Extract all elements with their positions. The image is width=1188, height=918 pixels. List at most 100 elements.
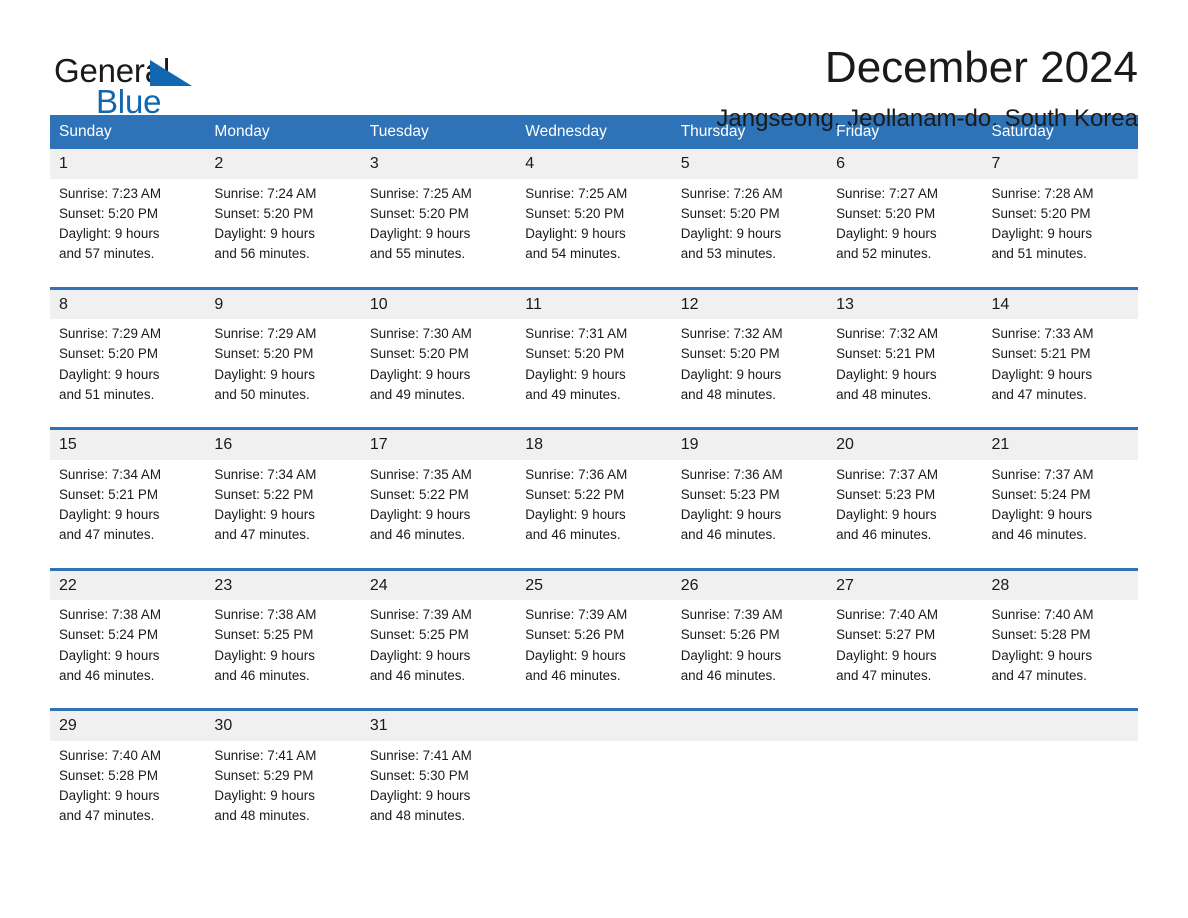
sunset-text: Sunset: 5:22 PM xyxy=(525,486,625,502)
sunrise-text: Sunrise: 7:38 AM xyxy=(59,607,161,623)
day-cell[interactable]: Sunrise: 7:40 AM Sunset: 5:28 PM Dayligh… xyxy=(982,600,1138,710)
day-number[interactable]: 14 xyxy=(982,286,1138,320)
sunrise-text: Sunrise: 7:38 AM xyxy=(214,607,317,623)
sunrise-text: Sunrise: 7:35 AM xyxy=(369,466,472,482)
daylight-text-line2: and 47 minutes. xyxy=(836,667,932,683)
day-number[interactable]: 24 xyxy=(360,567,517,601)
day-cell[interactable]: Sunrise: 7:32 AM Sunset: 5:21 PM Dayligh… xyxy=(827,319,983,429)
day-cell-empty xyxy=(827,740,983,849)
sunrise-text: Sunrise: 7:26 AM xyxy=(680,185,783,201)
sunrise-text: Sunrise: 7:40 AM xyxy=(836,607,939,623)
day-number[interactable]: 2 xyxy=(205,149,361,179)
day-number[interactable]: 13 xyxy=(827,286,983,320)
day-number[interactable]: 31 xyxy=(360,708,517,741)
day-cell[interactable]: Sunrise: 7:24 AM Sunset: 5:20 PM Dayligh… xyxy=(205,178,361,289)
day-number[interactable]: 23 xyxy=(205,567,361,601)
day-number[interactable]: 7 xyxy=(982,149,1138,179)
day-cell[interactable]: Sunrise: 7:41 AM Sunset: 5:30 PM Dayligh… xyxy=(360,740,517,849)
daylight-text-line2: and 49 minutes. xyxy=(525,386,621,402)
day-cell[interactable]: Sunrise: 7:31 AM Sunset: 5:20 PM Dayligh… xyxy=(516,319,672,429)
sunset-text: Sunset: 5:20 PM xyxy=(680,205,780,221)
day-cell[interactable]: Sunrise: 7:41 AM Sunset: 5:29 PM Dayligh… xyxy=(205,740,361,849)
day-number[interactable]: 26 xyxy=(671,567,828,601)
sunset-text: Sunset: 5:29 PM xyxy=(214,768,314,783)
sunset-text: Sunset: 5:20 PM xyxy=(369,346,469,362)
sunset-text: Sunset: 5:20 PM xyxy=(214,205,314,221)
day-number[interactable]: 29 xyxy=(50,708,206,741)
sunset-text: Sunset: 5:22 PM xyxy=(369,486,469,502)
day-cell[interactable]: Sunrise: 7:40 AM Sunset: 5:27 PM Dayligh… xyxy=(827,600,983,710)
daylight-text-line2: and 50 minutes. xyxy=(214,386,310,402)
sunrise-text: Sunrise: 7:24 AM xyxy=(214,185,317,201)
daylight-text-line2: and 46 minutes. xyxy=(369,527,466,543)
day-cell[interactable]: Sunrise: 7:38 AM Sunset: 5:25 PM Dayligh… xyxy=(205,600,361,710)
day-cell[interactable]: Sunrise: 7:25 AM Sunset: 5:20 PM Dayligh… xyxy=(360,178,517,289)
daylight-text-line1: Daylight: 9 hours xyxy=(369,366,471,382)
day-number[interactable]: 30 xyxy=(205,708,361,741)
day-cell[interactable]: Sunrise: 7:27 AM Sunset: 5:20 PM Dayligh… xyxy=(827,178,983,289)
day-cell[interactable]: Sunrise: 7:39 AM Sunset: 5:26 PM Dayligh… xyxy=(516,600,672,710)
daylight-text-line2: and 51 minutes. xyxy=(991,246,1087,262)
daylight-text-line1: Daylight: 9 hours xyxy=(991,507,1093,523)
daylight-text-line1: Daylight: 9 hours xyxy=(991,366,1093,382)
day-number[interactable]: 18 xyxy=(516,427,672,460)
day-cell[interactable]: Sunrise: 7:34 AM Sunset: 5:21 PM Dayligh… xyxy=(50,459,206,570)
day-number[interactable]: 5 xyxy=(671,149,828,179)
day-number[interactable]: 11 xyxy=(516,286,672,320)
day-cell[interactable]: Sunrise: 7:26 AM Sunset: 5:20 PM Dayligh… xyxy=(671,178,828,289)
daylight-text-line1: Daylight: 9 hours xyxy=(525,647,626,663)
day-number[interactable]: 25 xyxy=(516,567,672,601)
day-cell[interactable]: Sunrise: 7:37 AM Sunset: 5:23 PM Dayligh… xyxy=(827,459,983,570)
day-number[interactable]: 27 xyxy=(827,567,983,601)
day-number[interactable]: 16 xyxy=(205,427,361,460)
day-number[interactable]: 8 xyxy=(50,286,206,320)
day-cell[interactable]: Sunrise: 7:23 AM Sunset: 5:20 PM Dayligh… xyxy=(50,178,206,289)
day-number[interactable]: 1 xyxy=(50,149,206,179)
daylight-text-line2: and 47 minutes. xyxy=(214,527,310,543)
sunset-text: Sunset: 5:22 PM xyxy=(214,486,314,502)
day-number[interactable]: 19 xyxy=(671,427,828,460)
day-number[interactable]: 28 xyxy=(982,567,1138,601)
week-row-details: Sunrise: 7:40 AM Sunset: 5:28 PM Dayligh… xyxy=(50,740,1138,849)
day-cell[interactable]: Sunrise: 7:29 AM Sunset: 5:20 PM Dayligh… xyxy=(50,319,206,429)
day-cell[interactable]: Sunrise: 7:37 AM Sunset: 5:24 PM Dayligh… xyxy=(982,459,1138,570)
daylight-text-line1: Daylight: 9 hours xyxy=(214,788,315,804)
day-number[interactable]: 9 xyxy=(205,286,361,320)
day-cell[interactable]: Sunrise: 7:28 AM Sunset: 5:20 PM Dayligh… xyxy=(982,178,1138,289)
day-cell[interactable]: Sunrise: 7:30 AM Sunset: 5:20 PM Dayligh… xyxy=(360,319,517,429)
sunset-text: Sunset: 5:20 PM xyxy=(525,205,625,221)
day-cell[interactable]: Sunrise: 7:33 AM Sunset: 5:21 PM Dayligh… xyxy=(982,319,1138,429)
sunset-text: Sunset: 5:20 PM xyxy=(991,205,1091,221)
daylight-text-line2: and 46 minutes. xyxy=(59,667,155,683)
day-cell[interactable]: Sunrise: 7:36 AM Sunset: 5:23 PM Dayligh… xyxy=(671,459,828,570)
daylight-text-line2: and 46 minutes. xyxy=(214,667,310,683)
daylight-text-line2: and 52 minutes. xyxy=(836,246,932,262)
day-number[interactable]: 10 xyxy=(360,286,517,320)
sunset-text: Sunset: 5:28 PM xyxy=(59,768,158,783)
day-number[interactable]: 12 xyxy=(671,286,828,320)
daylight-text-line1: Daylight: 9 hours xyxy=(991,647,1093,663)
day-cell[interactable]: Sunrise: 7:34 AM Sunset: 5:22 PM Dayligh… xyxy=(205,459,361,570)
day-cell[interactable]: Sunrise: 7:39 AM Sunset: 5:26 PM Dayligh… xyxy=(671,600,828,710)
day-cell[interactable]: Sunrise: 7:40 AM Sunset: 5:28 PM Dayligh… xyxy=(50,740,206,849)
day-cell[interactable]: Sunrise: 7:25 AM Sunset: 5:20 PM Dayligh… xyxy=(516,178,672,289)
day-number[interactable]: 22 xyxy=(50,567,206,601)
day-cell[interactable]: Sunrise: 7:39 AM Sunset: 5:25 PM Dayligh… xyxy=(360,600,517,710)
general-blue-logo[interactable]: General Blue xyxy=(50,46,200,122)
day-number[interactable]: 20 xyxy=(827,427,983,460)
day-cell[interactable]: Sunrise: 7:36 AM Sunset: 5:22 PM Dayligh… xyxy=(516,459,672,570)
day-cell[interactable]: Sunrise: 7:38 AM Sunset: 5:24 PM Dayligh… xyxy=(50,600,206,710)
sunset-text: Sunset: 5:26 PM xyxy=(525,627,625,643)
sunset-text: Sunset: 5:20 PM xyxy=(836,205,936,221)
day-number[interactable]: 17 xyxy=(360,427,517,460)
day-number[interactable]: 3 xyxy=(360,149,517,179)
day-number[interactable]: 21 xyxy=(982,427,1138,460)
sunset-text: Sunset: 5:25 PM xyxy=(214,627,314,643)
week-row-details: Sunrise: 7:29 AM Sunset: 5:20 PM Dayligh… xyxy=(50,319,1138,429)
day-number[interactable]: 4 xyxy=(516,149,672,179)
day-number[interactable]: 15 xyxy=(50,427,206,460)
day-cell[interactable]: Sunrise: 7:32 AM Sunset: 5:20 PM Dayligh… xyxy=(671,319,828,429)
day-cell[interactable]: Sunrise: 7:29 AM Sunset: 5:20 PM Dayligh… xyxy=(205,319,361,429)
day-cell[interactable]: Sunrise: 7:35 AM Sunset: 5:22 PM Dayligh… xyxy=(360,459,517,570)
day-number[interactable]: 6 xyxy=(827,149,983,179)
